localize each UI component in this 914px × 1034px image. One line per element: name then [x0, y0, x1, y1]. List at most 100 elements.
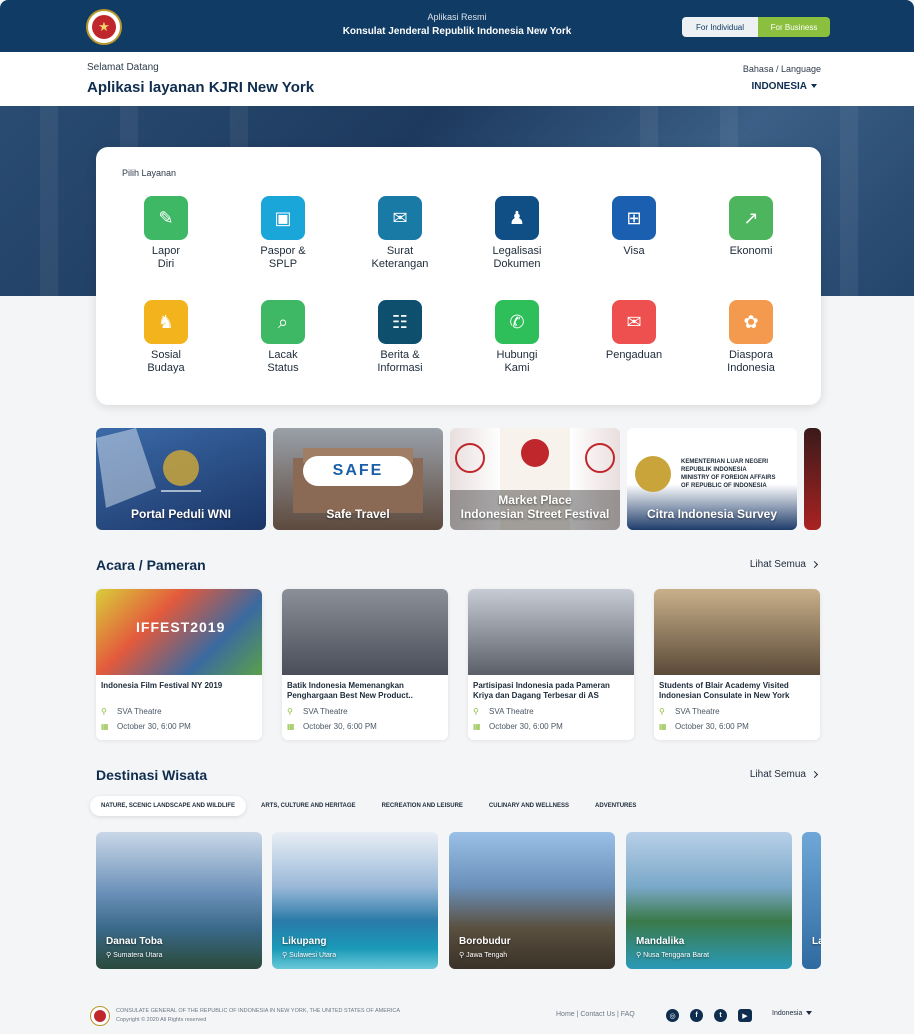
destination-name: Danau Toba: [106, 936, 163, 947]
destination-card[interactable]: Mandalika ⚲ Nusa Tenggara Barat: [626, 832, 792, 969]
event-venue: SVA Theatre: [675, 707, 720, 716]
destination-location: ⚲ Nusa Tenggara Barat: [636, 951, 709, 959]
destinations-title: Destinasi Wisata: [96, 767, 208, 783]
youtube-icon[interactable]: ▶: [738, 1009, 752, 1022]
events-title: Acara / Pameran: [96, 557, 206, 573]
event-title: Students of Blair Academy Visited Indone…: [659, 681, 790, 700]
destination-partial-card[interactable]: La: [802, 832, 821, 969]
calendar-icon: ▦: [287, 721, 295, 731]
service-document[interactable]: ✉ Surat Keterangan: [345, 196, 455, 271]
banner-label: Safe Travel: [326, 507, 390, 521]
banner-label: Market Place Indonesian Street Festival: [460, 493, 610, 521]
chart-icon: ↗: [729, 196, 773, 240]
calendar-icon: ▦: [473, 721, 481, 731]
destination-tab[interactable]: CULINARY AND WELLNESS: [478, 796, 580, 816]
stamp-icon: ♟: [495, 196, 539, 240]
banner-partial[interactable]: [804, 428, 821, 530]
event-venue: SVA Theatre: [117, 707, 162, 716]
event-card[interactable]: Students of Blair Academy Visited Indone…: [654, 589, 820, 740]
event-venue: SVA Theatre: [489, 707, 534, 716]
service-visa[interactable]: ⊞ Visa: [579, 196, 689, 258]
page-title: Aplikasi layanan KJRI New York: [87, 79, 315, 96]
event-date: October 30, 6:00 PM: [675, 722, 749, 731]
service-news[interactable]: ☷ Berita & Informasi: [345, 300, 455, 375]
phone-icon: ✆: [495, 300, 539, 344]
destination-tab[interactable]: ARTS, CULTURE AND HERITAGE: [250, 796, 367, 816]
event-card[interactable]: Partisipasi Indonesia pada Pameran Kriya…: [468, 589, 634, 740]
destination-name: Likupang: [282, 936, 327, 947]
destination-tabs: NATURE, SCENIC LANDSCAPE AND WILDLIFE ART…: [90, 795, 651, 817]
footer-text: CONSULATE GENERAL OF THE REPUBLIC OF IND…: [116, 1007, 400, 1025]
for-business-button[interactable]: For Business: [758, 17, 830, 37]
destination-location: ⚲ Sulawesi Utara: [282, 951, 336, 959]
destination-location: ⚲ Sumatera Utara: [106, 951, 163, 959]
banner-portal-peduli-wni[interactable]: Portal Peduli WNI: [96, 428, 266, 530]
service-diaspora[interactable]: ✿ Diaspora Indonesia: [696, 300, 806, 375]
track-icon: ⌕: [261, 300, 305, 344]
event-image: [654, 589, 820, 675]
event-date-row: ▦ October 30, 6:00 PM: [101, 722, 191, 731]
event-image: [282, 589, 448, 675]
event-image: IFFEST2019: [96, 589, 262, 675]
service-label: Surat Keterangan: [371, 245, 429, 270]
footer-line-2: Copyright © 2020 All Rights reserved: [116, 1017, 207, 1023]
banner-citra-survey[interactable]: KEMENTERIAN LUAR NEGERI REPUBLIK INDONES…: [627, 428, 797, 530]
location-text: Sumatera Utara: [113, 952, 163, 959]
event-date-row: ▦ October 30, 6:00 PM: [659, 722, 749, 731]
footer-links[interactable]: Home | Contact Us | FAQ: [556, 1011, 635, 1018]
destination-tab[interactable]: ADVENTURES: [584, 796, 647, 816]
event-venue-row: ⚲ SVA Theatre: [473, 707, 534, 716]
footer-language-select[interactable]: Indonesia: [772, 1010, 813, 1017]
poster-text: IFFEST2019: [136, 619, 226, 635]
audience-toggle: For Individual For Business: [682, 17, 830, 37]
service-phone[interactable]: ✆ Hubungi Kami: [462, 300, 572, 375]
event-venue-row: ⚲ SVA Theatre: [659, 707, 720, 716]
location-pin-icon: ⚲: [101, 706, 107, 716]
service-complaint[interactable]: ✉ Pengaduan: [579, 300, 689, 362]
service-chart[interactable]: ↗ Ekonomi: [696, 196, 806, 258]
caret-down-icon: [811, 84, 817, 89]
ministry-emblem-icon: [635, 456, 671, 492]
service-culture[interactable]: ♞ Sosial Budaya: [111, 300, 221, 375]
location-text: Nusa Tenggara Barat: [643, 952, 710, 959]
destination-name: Mandalika: [636, 936, 685, 947]
service-label: Paspor & SPLP: [260, 245, 306, 270]
banner-label: Portal Peduli WNI: [130, 507, 231, 521]
service-report-self[interactable]: ✎ Lapor Diri: [111, 196, 221, 271]
banner-market-place[interactable]: Market Place Indonesian Street Festival: [450, 428, 620, 530]
culture-icon: ♞: [144, 300, 188, 344]
ministry-text: KEMENTERIAN LUAR NEGERI REPUBLIK INDONES…: [681, 459, 776, 489]
instagram-icon[interactable]: ◎: [666, 1009, 679, 1022]
destinations-see-all-link[interactable]: Lihat Semua: [749, 769, 819, 780]
location-text: Jawa Tengah: [466, 952, 508, 959]
banner-safe-travel[interactable]: SAFE Safe Travel: [273, 428, 443, 530]
service-label: Sosial Budaya: [147, 349, 185, 374]
language-select[interactable]: INDONESIA: [751, 81, 817, 92]
event-card[interactable]: IFFEST2019 Indonesia Film Festival NY 201…: [96, 589, 262, 740]
destination-tab[interactable]: NATURE, SCENIC LANDSCAPE AND WILDLIFE: [90, 796, 246, 816]
service-label: Hubungi Kami: [496, 349, 538, 374]
safe-travel-logo: SAFE: [303, 456, 413, 486]
footer-language-value: Indonesia: [772, 1010, 803, 1017]
destination-card[interactable]: Danau Toba ⚲ Sumatera Utara: [96, 832, 262, 969]
event-date: October 30, 6:00 PM: [489, 722, 563, 731]
service-heading: Pilih Layanan: [122, 168, 177, 178]
events-see-all-link[interactable]: Lihat Semua: [750, 559, 819, 570]
service-track[interactable]: ⌕ Lacak Status: [228, 300, 338, 375]
destination-card[interactable]: Borobudur ⚲ Jawa Tengah: [449, 832, 615, 969]
report-self-icon: ✎: [144, 196, 188, 240]
event-date-row: ▦ October 30, 6:00 PM: [473, 722, 563, 731]
service-passport[interactable]: ▣ Paspor & SPLP: [228, 196, 338, 271]
destination-card[interactable]: Likupang ⚲ Sulawesi Utara: [272, 832, 438, 969]
destination-name: Borobudur: [459, 936, 511, 947]
location-pin-icon: ⚲: [659, 706, 665, 716]
destination-tab[interactable]: RECREATION AND LEISURE: [371, 796, 474, 816]
see-all-label: Lihat Semua: [749, 769, 806, 780]
facebook-icon[interactable]: f: [690, 1009, 703, 1022]
twitter-icon[interactable]: t: [714, 1009, 727, 1022]
event-card[interactable]: Batik Indonesia Memenangkan Penghargaan …: [282, 589, 448, 740]
language-value: INDONESIA: [751, 81, 807, 92]
for-individual-button[interactable]: For Individual: [682, 17, 758, 37]
service-stamp[interactable]: ♟ Legalisasi Dokumen: [462, 196, 572, 271]
complaint-icon: ✉: [612, 300, 656, 344]
